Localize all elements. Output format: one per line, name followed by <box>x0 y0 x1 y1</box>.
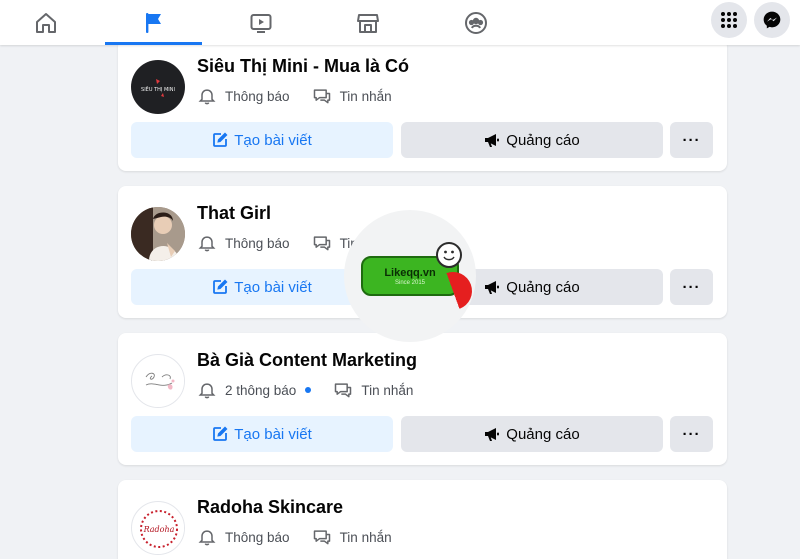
more-options-button[interactable]: ··· <box>670 122 713 158</box>
ads-label: Quảng cáo <box>506 278 580 296</box>
chat-bubble-icon <box>313 89 330 104</box>
create-post-label: Tạo bài viết <box>234 425 312 443</box>
messages-link[interactable]: Tin nhắn <box>312 86 392 106</box>
messages-label: Tin nhắn <box>339 529 392 545</box>
marketplace-icon <box>357 13 379 33</box>
page-name[interactable]: That Girl <box>197 203 271 224</box>
top-navigation-bar <box>0 0 800 45</box>
video-icon <box>250 13 272 33</box>
megaphone-icon <box>485 281 500 294</box>
page-card: Radoha Radoha Skincare Thông báo Tin nhắ… <box>118 480 727 559</box>
messages-link[interactable]: Tin nhắn <box>333 380 413 400</box>
watermark-logo: Likeqq.vn Since 2015 <box>344 210 478 342</box>
compose-icon <box>213 132 228 147</box>
avatar[interactable]: Radoha <box>131 501 185 555</box>
ads-label: Quảng cáo <box>506 425 580 443</box>
messages-label: Tin nhắn <box>361 382 414 398</box>
compose-icon <box>213 426 228 441</box>
notifications-label: Thông báo <box>225 88 290 104</box>
megaphone-icon <box>485 428 500 441</box>
page-card: Bà Già Content Marketing 2 thông báo Tin… <box>118 333 727 465</box>
megaphone-icon <box>485 134 500 147</box>
bell-icon <box>198 530 216 546</box>
compose-icon <box>213 279 228 294</box>
create-post-label: Tạo bài viết <box>234 278 312 296</box>
page-name[interactable]: Radoha Skincare <box>197 497 343 518</box>
ads-button[interactable]: Quảng cáo <box>401 416 663 452</box>
store-logo-icon: SIÊU THỊ MINI <box>132 61 184 113</box>
watermark-brand: Likeqq.vn <box>384 266 436 279</box>
more-options-button[interactable]: ··· <box>670 269 713 305</box>
smiley-icon <box>436 242 462 268</box>
avatar[interactable]: SIÊU THỊ MINI <box>131 60 185 114</box>
messenger-icon <box>763 11 781 29</box>
create-post-button[interactable]: Tạo bài viết <box>131 416 393 452</box>
bell-icon <box>198 89 216 105</box>
nav-tab-watch[interactable] <box>214 0 308 45</box>
bell-icon <box>198 236 216 252</box>
avatar[interactable] <box>131 207 185 261</box>
notifications-link[interactable]: 2 thông báo <box>197 380 312 400</box>
nav-tab-pages[interactable] <box>105 0 202 45</box>
chat-bubble-icon <box>313 236 330 251</box>
create-post-label: Tạo bài viết <box>234 131 312 149</box>
page-meta: 2 thông báo Tin nhắn <box>197 379 435 401</box>
messages-link[interactable]: Tin nhắn <box>312 527 392 547</box>
messenger-button[interactable] <box>754 2 790 38</box>
nav-tab-home[interactable] <box>0 0 92 45</box>
groups-icon <box>465 11 487 34</box>
unread-dot <box>305 387 312 393</box>
flag-icon <box>145 12 161 33</box>
watermark-since: Since 2015 <box>394 279 426 286</box>
page-meta: Thông báo Tin nhắn <box>197 526 414 548</box>
profile-photo <box>131 207 185 261</box>
page-name[interactable]: Siêu Thị Mini - Mua là Có <box>197 56 409 77</box>
home-icon <box>36 12 56 33</box>
chat-bubble-icon <box>335 383 352 398</box>
ads-label: Quảng cáo <box>506 131 580 149</box>
svg-text:SIÊU THỊ MINI: SIÊU THỊ MINI <box>141 85 175 93</box>
page-name[interactable]: Bà Già Content Marketing <box>197 350 417 371</box>
create-post-button[interactable]: Tạo bài viết <box>131 122 393 158</box>
page-meta: Thông báo Tin nhắn <box>197 85 414 107</box>
notifications-label: 2 thông báo <box>225 382 297 398</box>
ads-button[interactable]: Quảng cáo <box>401 122 663 158</box>
notifications-label: Thông báo <box>225 235 290 251</box>
notifications-link[interactable]: Thông báo <box>197 527 290 547</box>
svg-text:Radoha: Radoha <box>143 525 175 534</box>
nav-tab-groups[interactable] <box>428 0 524 45</box>
chat-bubble-icon <box>313 530 330 545</box>
bell-icon <box>198 383 216 399</box>
script-logo <box>133 356 184 407</box>
more-options-button[interactable]: ··· <box>670 416 713 452</box>
menu-button[interactable] <box>711 2 747 38</box>
wreath-logo: Radoha <box>133 503 184 554</box>
messages-label: Tin nhắn <box>339 88 392 104</box>
page-card: SIÊU THỊ MINI Siêu Thị Mini - Mua là Có … <box>118 39 727 171</box>
avatar[interactable] <box>131 354 185 408</box>
nav-tab-marketplace[interactable] <box>320 0 416 45</box>
notifications-label: Thông báo <box>225 529 290 545</box>
notifications-link[interactable]: Thông báo <box>197 233 290 253</box>
notifications-link[interactable]: Thông báo <box>197 86 290 106</box>
menu-grid-icon <box>721 12 737 28</box>
